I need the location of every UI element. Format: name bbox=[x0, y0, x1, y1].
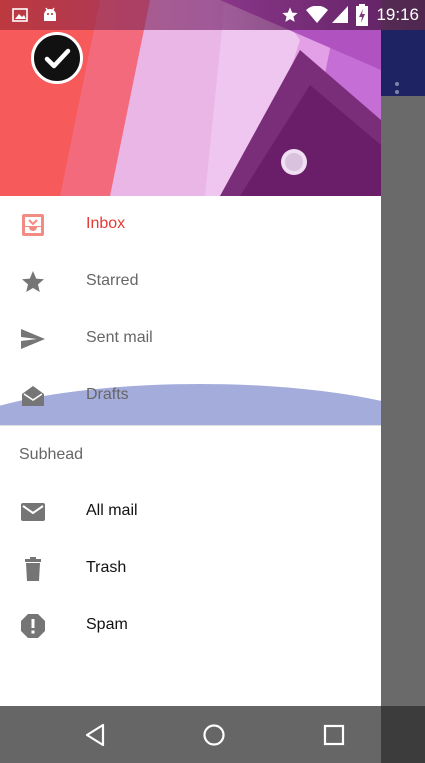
star-icon bbox=[22, 271, 44, 292]
drawer-item-inbox[interactable]: Inbox bbox=[0, 196, 381, 253]
image-icon bbox=[12, 8, 28, 22]
inbox-icon bbox=[22, 214, 44, 236]
drawer-subhead: Subhead bbox=[19, 446, 84, 463]
signal-icon bbox=[332, 6, 348, 23]
drawer-item-label: Inbox bbox=[86, 215, 126, 232]
drawer-item-label: All mail bbox=[86, 502, 138, 519]
star-icon bbox=[282, 7, 298, 22]
drawer-item-label: Trash bbox=[86, 559, 127, 576]
back-icon[interactable] bbox=[83, 722, 109, 748]
navigation-drawer: Inbox Starred Sent mail Drafts Subhead A… bbox=[0, 0, 381, 706]
drawer-item-label: Drafts bbox=[86, 386, 129, 403]
status-bar: 19:16 bbox=[0, 0, 425, 30]
android-debug-icon bbox=[44, 7, 56, 21]
wifi-icon bbox=[306, 6, 328, 23]
system-navigation-bar bbox=[0, 706, 425, 763]
drawer-item-label: Spam bbox=[86, 616, 128, 633]
drawer-item-starred[interactable]: Starred bbox=[0, 253, 381, 310]
status-time: 19:16 bbox=[376, 5, 419, 24]
drawer-item-label: Sent mail bbox=[86, 329, 153, 346]
app-content-scrim[interactable] bbox=[381, 96, 425, 706]
home-icon[interactable] bbox=[201, 722, 227, 748]
report-icon bbox=[21, 614, 45, 638]
drawer-item-sent-mail[interactable]: Sent mail bbox=[0, 310, 381, 367]
drawer-item-trash[interactable]: Trash bbox=[0, 540, 381, 597]
drawer-item-drafts[interactable]: Drafts bbox=[0, 367, 381, 424]
app-toolbar bbox=[381, 30, 425, 102]
drawer-divider bbox=[0, 425, 381, 426]
drawer-item-all-mail[interactable]: All mail bbox=[0, 483, 381, 540]
account-avatar[interactable] bbox=[31, 32, 83, 84]
navigation-bar-scrim bbox=[381, 706, 425, 763]
battery-charging-icon bbox=[356, 4, 368, 26]
drawer-item-spam[interactable]: Spam bbox=[0, 597, 381, 654]
mail-icon bbox=[21, 503, 45, 521]
recents-icon[interactable] bbox=[321, 722, 347, 748]
drawer-item-label: Starred bbox=[86, 272, 139, 289]
trash-icon bbox=[25, 557, 41, 581]
send-icon bbox=[21, 329, 45, 349]
check-icon bbox=[44, 48, 71, 69]
drafts-icon bbox=[22, 386, 44, 406]
